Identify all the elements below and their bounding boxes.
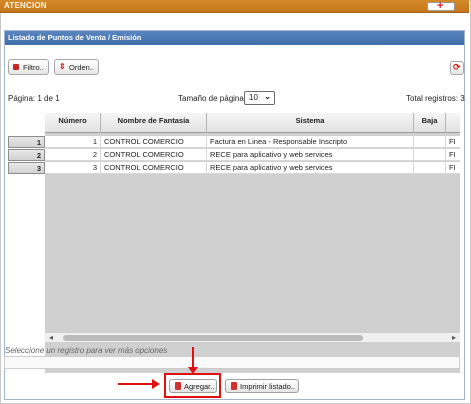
- arrow-right-line: [118, 383, 154, 385]
- arrow-right-icon: [152, 379, 160, 389]
- cell-baja: [414, 149, 446, 161]
- chevron-down-icon: ⌄: [264, 92, 271, 101]
- column-header-extra: [446, 113, 460, 133]
- refresh-icon: ⟳: [453, 62, 461, 72]
- arrow-down-icon: [188, 367, 198, 374]
- cell-nombre: CONTROL COMERCIO: [101, 162, 207, 174]
- column-header-nombre[interactable]: Nombre de Fantasía: [101, 113, 207, 133]
- filter-button[interactable]: Filtro..: [8, 59, 49, 75]
- attention-header: ATENCION +: [0, 0, 469, 13]
- header-add-button[interactable]: +: [427, 0, 455, 12]
- column-header-sistema[interactable]: Sistema: [207, 113, 414, 133]
- cell-numero: 2: [45, 149, 101, 161]
- cell-extra: FI: [449, 163, 456, 172]
- arrow-down-line: [192, 347, 194, 369]
- cell-numero: 3: [45, 162, 101, 174]
- cell-nombre: CONTROL COMERCIO: [101, 149, 207, 161]
- highlight-box: [164, 373, 221, 398]
- scroll-left-icon[interactable]: ◂: [49, 333, 53, 342]
- cell-numero: 1: [45, 136, 101, 148]
- filter-icon: [13, 64, 19, 70]
- cell-nombre: CONTROL COMERCIO: [101, 136, 207, 148]
- column-header-numero[interactable]: Número: [45, 113, 101, 133]
- grid-header: Número Nombre de Fantasía Sistema Baja: [45, 113, 460, 133]
- filter-label: Filtro..: [23, 63, 44, 72]
- printer-icon: [231, 382, 237, 390]
- panel-header: Listado de Puntos de Venta / Emisión: [5, 31, 464, 45]
- cell-sistema: RECE para aplicativo y web services: [207, 162, 414, 174]
- page-size-select[interactable]: 10 ⌄: [244, 91, 275, 105]
- cell-sistema: RECE para aplicativo y web services: [207, 149, 414, 161]
- page-size-label: Tamaño de página:: [178, 94, 247, 103]
- cell-extra: FI: [449, 137, 456, 146]
- scroll-right-icon[interactable]: ▸: [452, 333, 456, 342]
- print-list-button[interactable]: Imprimir listado..: [225, 379, 299, 393]
- scrollbar-thumb[interactable]: [63, 335, 363, 341]
- cell-extra: FI: [449, 150, 456, 159]
- table-row[interactable]: 2 CONTROL COMERCIO RECE para aplicativo …: [45, 149, 460, 161]
- row-index[interactable]: 2: [8, 149, 45, 161]
- sort-icon: ⇕: [59, 62, 66, 71]
- total-records: Total registros: 3: [406, 94, 465, 103]
- page-info: Página: 1 de 1: [8, 94, 60, 103]
- table-row[interactable]: 1 CONTROL COMERCIO Factura en Linea - Re…: [45, 136, 460, 148]
- order-label: Orden..: [69, 63, 95, 72]
- cell-sistema: Factura en Linea - Responsable Inscripto: [207, 136, 414, 148]
- row-index[interactable]: 3: [8, 162, 45, 174]
- print-label: Imprimir listado..: [240, 382, 296, 391]
- row-index[interactable]: 1: [8, 136, 45, 148]
- cell-baja: [414, 162, 446, 174]
- horizontal-scrollbar[interactable]: ◂ ▸: [45, 332, 460, 342]
- table-row[interactable]: 3 CONTROL COMERCIO RECE para aplicativo …: [45, 162, 460, 174]
- options-bar: [4, 356, 460, 369]
- page-size-value: 10: [249, 93, 258, 102]
- refresh-button[interactable]: ⟳: [450, 61, 464, 75]
- panel-title: Listado de Puntos de Venta / Emisión: [8, 33, 142, 42]
- cell-baja: [414, 136, 446, 148]
- order-button[interactable]: ⇕ Orden..: [54, 59, 99, 75]
- column-header-baja[interactable]: Baja: [414, 113, 446, 133]
- attention-title: ATENCION: [4, 1, 47, 10]
- plus-icon: +: [437, 0, 444, 12]
- selection-hint: Seleccione un registro para ver más opci…: [5, 346, 168, 355]
